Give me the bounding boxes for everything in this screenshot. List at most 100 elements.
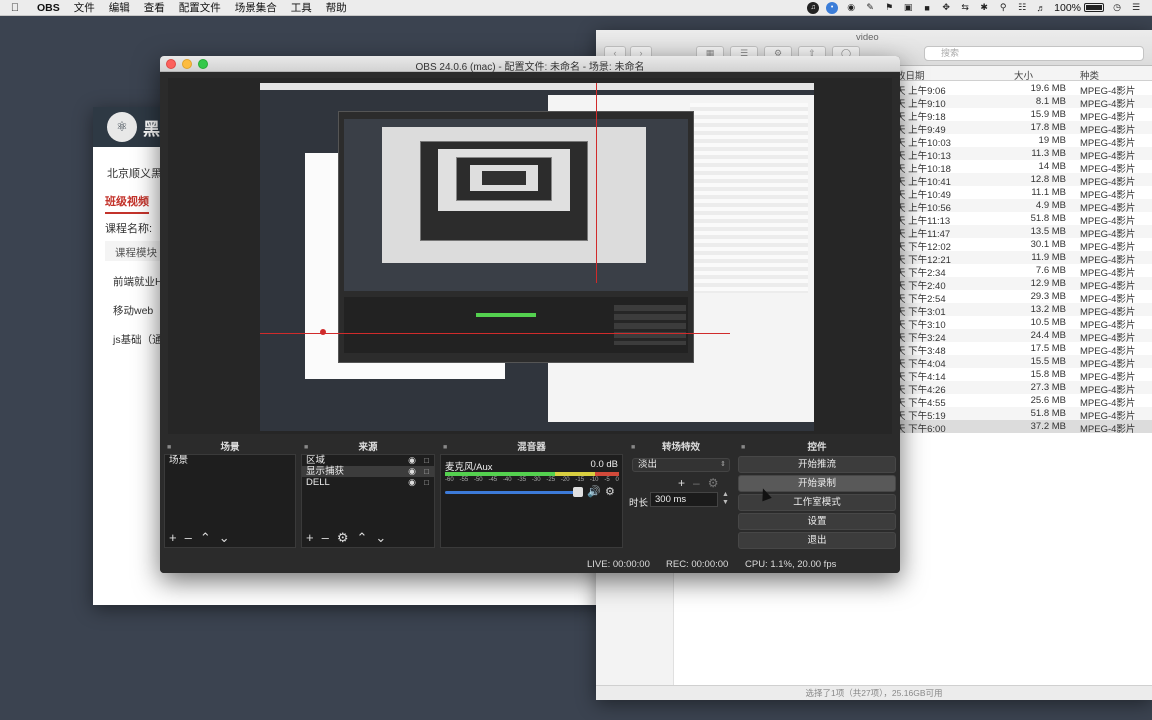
source-name: DELL (306, 477, 330, 488)
site-logo-icon[interactable]: ⚛ (107, 112, 137, 142)
wifi-icon[interactable]: ☷ (1016, 2, 1028, 14)
preview-canvas[interactable] (260, 83, 814, 431)
file-size: 29.3 MB (1030, 291, 1066, 302)
visibility-eye-icon[interactable]: ◉ (408, 477, 416, 488)
guide-handle (320, 329, 326, 335)
course-link[interactable]: js基础（通 (113, 332, 163, 347)
sources-dock-header: ■ 来源 (304, 441, 378, 454)
file-size: 8.1 MB (1035, 96, 1066, 107)
file-size: 24.4 MB (1030, 330, 1066, 341)
file-size: 11.9 MB (1031, 252, 1066, 263)
stop-menu-icon[interactable]: ■ (921, 2, 933, 14)
move-up-icon[interactable]: ⌃ (200, 531, 211, 544)
mixer-settings-gear-icon[interactable]: ⚙ (605, 485, 615, 498)
add-icon[interactable]: + (678, 476, 685, 490)
source-item[interactable]: 显示捕获 ◉ □ (302, 466, 434, 477)
meter-tick-label: -60 (445, 477, 454, 483)
dock-float-icon[interactable]: ■ (741, 441, 745, 454)
obs-titlebar: OBS 24.0.6 (mac) - 配置文件: 未命名 - 场景: 未命名 (160, 56, 900, 73)
menu-scene-collection[interactable]: 场景集合 (228, 0, 284, 15)
remove-icon[interactable]: – (322, 531, 329, 544)
source-settings-gear-icon[interactable]: ⚙ (337, 531, 349, 544)
add-icon[interactable]: + (306, 531, 314, 544)
dock-float-icon[interactable]: ■ (167, 441, 171, 454)
duration-input[interactable]: 300 ms (650, 492, 718, 507)
cross-menu-icon[interactable]: ✥ (940, 2, 952, 14)
course-link[interactable]: 移动web（ (113, 303, 164, 318)
visibility-eye-icon[interactable]: ◉ (408, 466, 416, 477)
arrows-menu-icon[interactable]: ⇆ (959, 2, 971, 14)
scenes-dock: ■ 场景 场景 + – ⌃ ⌄ (164, 441, 296, 551)
sources-dock: ■ 来源 区域 ◉ □ 显示捕获 ◉ □ DELL ◉ □ + – ⚙ ⌃ ⌄ (301, 441, 435, 551)
start-streaming-button[interactable]: 开始推流 (738, 456, 896, 473)
battery-indicator[interactable]: 100% (1054, 2, 1104, 14)
move-down-icon[interactable]: ⌄ (375, 531, 386, 544)
menu-edit[interactable]: 编辑 (102, 0, 137, 15)
finder-search-input[interactable]: 搜索 (924, 46, 1144, 61)
tab-class-videos[interactable]: 班级视频 (105, 193, 149, 214)
menu-list-icon[interactable]: ☰ (1130, 2, 1142, 14)
eye-menu-icon[interactable]: ◉ (845, 2, 857, 14)
duration-stepper-icon[interactable]: ▲ ▼ (722, 491, 729, 507)
volume-icon[interactable]: ♬ (1035, 2, 1047, 14)
meter-tick-label: -15 (575, 477, 585, 483)
transition-select[interactable]: 淡出 ⇕ (632, 458, 730, 472)
volume-slider-handle[interactable] (573, 487, 583, 497)
bluetooth-icon[interactable]: ✱ (978, 2, 990, 14)
share-menu-icon[interactable]: ▣ (902, 2, 914, 14)
meter-tick-label: -55 (459, 477, 469, 483)
obs-preview[interactable] (168, 78, 892, 434)
menu-help[interactable]: 帮助 (319, 0, 354, 15)
clock-icon[interactable]: ◷ (1111, 2, 1123, 14)
course-link[interactable]: 前端就业H (113, 274, 163, 289)
transition-settings-gear-icon[interactable]: ⚙ (708, 476, 719, 490)
captured-meter (476, 313, 536, 317)
meter-tick-label: -10 (589, 477, 599, 483)
remove-icon[interactable]: – (185, 531, 192, 544)
speaker-mute-icon[interactable]: 🔊 (587, 485, 601, 498)
source-item[interactable]: DELL ◉ □ (302, 477, 434, 488)
site-logo-text: 黑 (143, 119, 160, 139)
lock-icon[interactable]: □ (424, 455, 429, 466)
menu-view[interactable]: 查看 (137, 0, 172, 15)
file-size: 13.2 MB (1030, 304, 1066, 315)
menu-file[interactable]: 文件 (67, 0, 102, 15)
visibility-eye-icon[interactable]: ◉ (408, 455, 416, 466)
column-size[interactable]: 大小 (1014, 68, 1033, 82)
move-up-icon[interactable]: ⌃ (356, 531, 367, 544)
duration-label: 时长 (629, 498, 649, 509)
apple-menu-icon[interactable]:  (0, 2, 30, 14)
pen-menu-icon[interactable]: ✎ (864, 2, 876, 14)
meter-tick-label: -40 (502, 477, 512, 483)
file-size: 19.6 MB (1030, 83, 1066, 94)
dock-float-icon[interactable]: ■ (304, 441, 308, 454)
menu-tools[interactable]: 工具 (284, 0, 319, 15)
source-item[interactable]: 区域 ◉ □ (302, 455, 434, 466)
obs-status-bar: LIVE: 00:00:00 REC: 00:00:00 CPU: 1.1%, … (160, 556, 900, 573)
dock-float-icon[interactable]: ■ (631, 441, 635, 454)
flag-menu-icon[interactable]: ⚑ (883, 2, 895, 14)
lock-icon[interactable]: □ (424, 477, 429, 488)
file-size: 11.1 MB (1031, 187, 1066, 198)
scene-item[interactable]: 场景 (165, 455, 295, 466)
file-size: 19 MB (1038, 135, 1066, 146)
move-down-icon[interactable]: ⌄ (219, 531, 230, 544)
mixer-dock: ■ 混音器 麦克风/Aux 0.0 dB -60 -55 -50 -45 -40 -35 -3… (440, 441, 623, 551)
lock-icon[interactable]: □ (424, 466, 429, 477)
file-size: 7.6 MB (1035, 265, 1066, 276)
menu-obs[interactable]: OBS (30, 2, 67, 14)
remove-icon[interactable]: – (693, 476, 700, 490)
netease-music-icon[interactable]: ♫ (807, 1, 820, 14)
settings-button[interactable]: 设置 (738, 513, 896, 530)
menu-profile[interactable]: 配置文件 (172, 0, 228, 15)
exit-button[interactable]: 退出 (738, 532, 896, 549)
volume-slider[interactable] (445, 491, 579, 494)
app-badge-icon[interactable]: • (826, 1, 839, 14)
dock-float-icon[interactable]: ■ (443, 441, 447, 454)
add-icon[interactable]: + (169, 531, 177, 544)
column-kind[interactable]: 种类 (1080, 68, 1099, 82)
column-date[interactable]: 改日期 (896, 68, 925, 82)
spotlight-search-icon[interactable]: ⚲ (997, 2, 1009, 14)
meter-tick-label: -25 (546, 477, 556, 483)
controls-body: 开始推流 开始录制 工作室模式 设置 退出 (738, 454, 896, 550)
